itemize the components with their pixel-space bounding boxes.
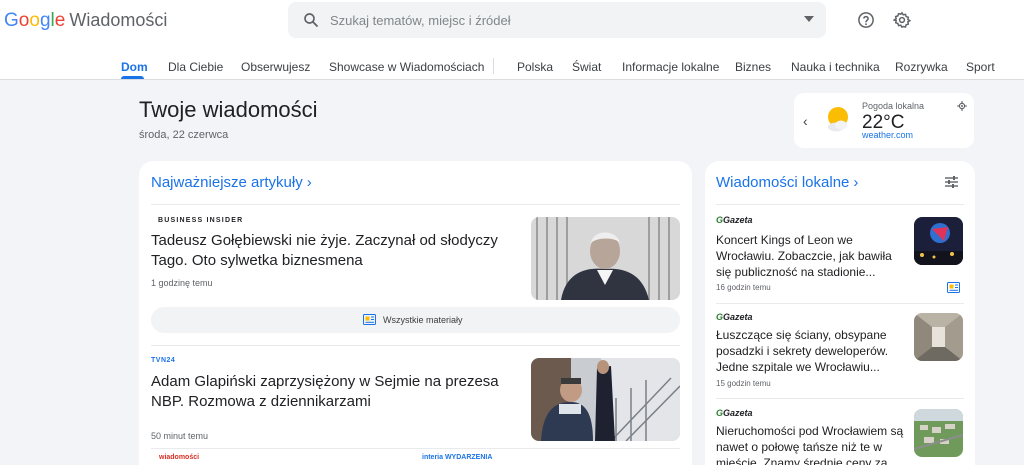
tab-following[interactable]: Obserwujesz [241,60,310,74]
divider [716,398,964,399]
logo-letter: e [54,10,66,31]
top-bar: Google Wiadomości Dom Dla Ciebie Obserwu… [0,0,1024,80]
gazeta-logo-mark: G [716,408,724,418]
divider [151,448,680,449]
weather-source-link[interactable]: weather.com [862,130,913,140]
local-thumbnail[interactable] [914,409,963,457]
tab-home[interactable]: Dom [121,60,148,74]
tab-showcase[interactable]: Showcase w Wiadomościach [329,60,484,74]
local-headline[interactable]: Koncert Kings of Leon we Wrocławiu. Zoba… [716,232,906,280]
local-source: GGazeta [716,215,753,225]
tab-for-you[interactable]: Dla Ciebie [168,60,223,74]
google-wordmark: Google [4,10,65,32]
tab-business[interactable]: Biznes [735,60,771,74]
aerial-town-photo [914,409,963,457]
portrait-photo [531,217,680,300]
all-coverage-button[interactable]: Wszystkie materiały [151,307,680,333]
chevron-right-icon: › [306,174,312,191]
page-date: środa, 22 czerwca [139,129,229,141]
help-icon[interactable] [857,11,875,29]
location-icon[interactable] [957,101,967,111]
top-stories-card: Najważniejsze artykuły › BUSINESS INSIDER… [139,161,692,465]
article-time: 1 godzinę temu [151,278,213,288]
tab-science-tech[interactable]: Nauka i technika [791,60,880,74]
nav-divider [493,58,494,74]
search-dropdown-icon[interactable] [804,16,814,22]
weather-widget[interactable]: ‹ Pogoda lokalna 22°C weather.com [794,93,974,148]
divider [151,345,680,346]
page-title: Twoje wiadomości [139,97,318,122]
local-time: 15 godzin temu [716,379,771,388]
local-time: 16 godzin temu [716,283,771,292]
divider [716,204,964,205]
local-source-name: Gazeta [723,312,753,322]
weather-label: Pogoda lokalna [862,101,925,111]
gazeta-logo-mark: G [716,312,724,322]
local-news-card: Wiadomości lokalne › GGazeta Koncert King… [705,161,975,465]
local-news-title: Wiadomości lokalne [716,174,850,191]
all-coverage-label: Wszystkie materiały [383,315,463,325]
parliament-photo [531,358,680,441]
article-time: 50 minut temu [151,431,209,441]
logo-letter: g [39,10,51,31]
divider [151,204,680,205]
coverage-icon[interactable] [947,282,960,293]
tab-sport[interactable]: Sport [966,60,995,74]
tab-local[interactable]: Informacje lokalne [622,60,719,74]
article-thumbnail[interactable] [531,358,680,441]
divider [716,303,964,304]
top-stories-title: Najważniejsze artykuły [151,174,303,191]
article-source: BUSINESS INSIDER [158,217,244,224]
tab-poland[interactable]: Polska [517,60,553,74]
logo-letter: o [29,10,40,31]
local-source: GGazeta [716,312,753,322]
search-icon[interactable] [302,11,320,29]
local-source-name: Gazeta [723,215,753,225]
concert-photo [914,217,963,265]
article-thumbnail[interactable] [531,217,680,300]
local-source: GGazeta [716,408,753,418]
local-thumbnail[interactable] [914,313,963,361]
search-input[interactable] [330,10,770,30]
article-headline[interactable]: Adam Glapiński zaprzysiężony w Sejmie na… [151,372,521,412]
search-box[interactable] [288,2,826,38]
related-source[interactable]: wiadomości [159,454,199,461]
local-thumbnail[interactable] [914,217,963,265]
local-source-name: Gazeta [723,408,753,418]
article-source: TVN24 [151,357,176,364]
tune-icon[interactable] [945,176,958,188]
article-headline[interactable]: Tadeusz Gołębiewski nie żyje. Zaczynał o… [151,231,521,271]
settings-icon[interactable] [893,11,911,29]
top-stories-heading[interactable]: Najważniejsze artykuły › [151,174,312,191]
related-source[interactable]: interia WYDARZENIA [422,454,492,461]
local-headline[interactable]: Nieruchomości pod Wrocławiem są nawet o … [716,423,906,465]
section-nav: Dom Dla Ciebie Obserwujesz Showcase w Wi… [0,54,1024,80]
chevron-left-icon[interactable]: ‹ [803,113,808,129]
partly-sunny-icon [828,107,848,132]
product-name: Wiadomości [69,10,168,30]
logo-letter: o [18,10,30,31]
hospital-corridor-photo [914,313,963,361]
google-news-logo[interactable]: Google Wiadomości [4,10,167,32]
gazeta-logo-mark: G [716,215,724,225]
chevron-right-icon: › [853,174,859,191]
local-headline[interactable]: Łuszczące się ściany, obsypane posadzki … [716,327,906,375]
tab-world[interactable]: Świat [572,60,601,74]
local-news-heading[interactable]: Wiadomości lokalne › [716,174,858,191]
logo-letter: G [4,10,19,31]
tab-entertainment[interactable]: Rozrywka [895,60,948,74]
coverage-icon [363,314,376,325]
active-tab-indicator [121,76,144,79]
